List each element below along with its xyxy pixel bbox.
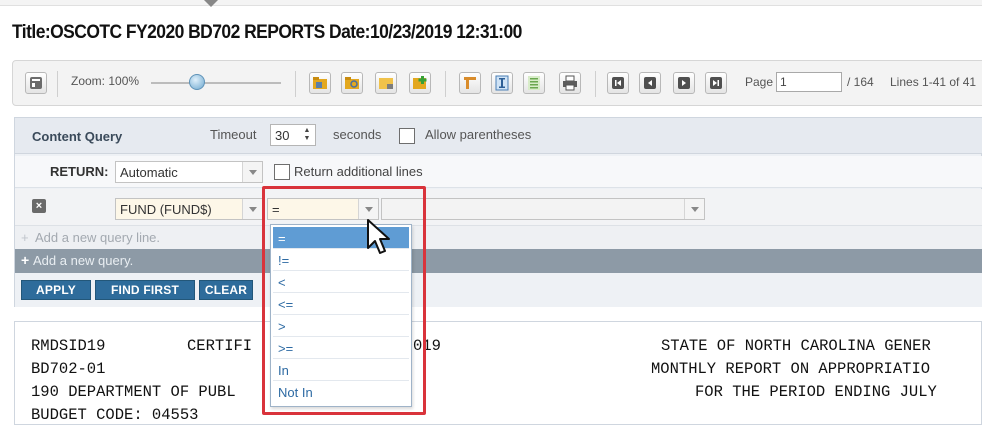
- zoom-slider-track[interactable]: [151, 82, 281, 84]
- report-add-icon[interactable]: [409, 72, 431, 94]
- printer-icon[interactable]: [559, 72, 581, 94]
- chevron-down-icon[interactable]: [684, 199, 704, 219]
- report-line-left: 190 DEPARTMENT OF PUBL: [31, 383, 236, 401]
- last-page-icon[interactable]: [705, 72, 727, 94]
- document-lines-icon[interactable]: [523, 72, 545, 94]
- text-cursor-icon[interactable]: [491, 72, 513, 94]
- report-toolbar: Zoom: 100% Page / 164 Lines 1-41 of 41: [12, 60, 982, 106]
- criteria-select[interactable]: [381, 198, 705, 220]
- page-title: Title:OSCOTC FY2020 BD702 REPORTS Date:1…: [12, 22, 522, 43]
- add-query-line-label[interactable]: Add a new query line.: [35, 230, 160, 245]
- report-folder-icon[interactable]: [309, 72, 331, 94]
- spin-arrows-icon[interactable]: ▲ ▼: [301, 127, 313, 143]
- content-query-header: Content Query Timeout 30 ▲ ▼ seconds Allo…: [15, 118, 982, 154]
- timeout-value[interactable]: 30: [275, 128, 289, 143]
- clear-button[interactable]: CLEAR: [199, 280, 253, 300]
- report-folder-search-icon[interactable]: [341, 72, 363, 94]
- field-select[interactable]: FUND (FUND$): [115, 198, 263, 220]
- add-query-label[interactable]: Add a new query.: [33, 253, 133, 268]
- return-additional-lines-checkbox[interactable]: [274, 164, 290, 180]
- field-select-value: FUND (FUND$): [120, 202, 212, 217]
- report-line-right: FOR THE PERIOD ENDING JULY: [695, 383, 937, 401]
- query-line: × FUND (FUND$) =: [15, 189, 982, 225]
- toolbar-divider: [57, 71, 58, 97]
- add-query-line-row[interactable]: + Add a new query line.: [15, 225, 982, 249]
- top-frame-edge: [0, 0, 982, 6]
- next-page-icon[interactable]: [673, 72, 695, 94]
- remove-line-icon[interactable]: ×: [32, 199, 46, 213]
- seconds-label: seconds: [333, 127, 382, 142]
- return-label: RETURN:: [50, 164, 109, 179]
- find-first-button[interactable]: FIND FIRST: [95, 280, 195, 300]
- page-label: Page: [745, 75, 774, 89]
- toolbar-divider: [295, 71, 296, 97]
- page-number-input[interactable]: [776, 72, 842, 92]
- timeout-label: Timeout: [210, 127, 257, 142]
- report-line-left: RMDSID19: [31, 337, 106, 355]
- timeout-stepper[interactable]: 30 ▲ ▼: [270, 124, 316, 146]
- zoom-label: Zoom: 100%: [71, 74, 140, 88]
- query-actions: APPLY FIND FIRST CLEAR: [15, 273, 982, 307]
- report-line-left: BUDGET CODE: 04553: [31, 406, 199, 424]
- toolbar-divider: [445, 71, 446, 97]
- chevron-down-icon[interactable]: [242, 162, 262, 182]
- report-viewer: RMDSID19 CERTIFI 019 STATE OF NORTH CARO…: [14, 321, 982, 425]
- chevron-down-icon[interactable]: [242, 199, 262, 219]
- toolbar-divider: [595, 71, 596, 97]
- report-line-right: STATE OF NORTH CAROLINA GENER: [661, 337, 931, 355]
- column-icon[interactable]: [459, 72, 481, 94]
- plus-icon: +: [21, 230, 29, 245]
- previous-page-icon[interactable]: [639, 72, 661, 94]
- apply-button[interactable]: APPLY: [21, 280, 91, 300]
- report-line-left: BD702-01: [31, 360, 106, 378]
- collapse-arrow-icon[interactable]: [204, 0, 218, 7]
- return-select[interactable]: Automatic: [115, 161, 263, 183]
- return-select-value: Automatic: [120, 165, 178, 180]
- mouse-pointer-icon: [367, 219, 390, 254]
- first-page-icon[interactable]: [607, 72, 629, 94]
- sidebar-toggle-icon[interactable]: [25, 72, 47, 94]
- allow-parentheses-checkbox[interactable]: [399, 128, 415, 144]
- return-additional-lines-label: Return additional lines: [294, 164, 423, 179]
- zoom-slider-handle[interactable]: [189, 74, 205, 90]
- report-note-icon[interactable]: [375, 72, 397, 94]
- return-row: RETURN: Automatic Return additional line…: [15, 156, 982, 188]
- page-total: / 164: [847, 75, 874, 89]
- report-line-mid: CERTIFI: [187, 337, 253, 355]
- plus-icon: +: [21, 252, 30, 268]
- content-query-title: Content Query: [32, 129, 123, 144]
- content-query-panel: Content Query Timeout 30 ▲ ▼ seconds Allo…: [14, 117, 982, 307]
- highlight-annotation-box: [262, 186, 426, 415]
- lines-range-label: Lines 1-41 of 41: [890, 75, 977, 89]
- add-query-row[interactable]: + Add a new query.: [15, 249, 982, 273]
- report-line-right: MONTHLY REPORT ON APPROPRIATIO: [651, 360, 931, 378]
- allow-parentheses-label: Allow parentheses: [425, 127, 532, 142]
